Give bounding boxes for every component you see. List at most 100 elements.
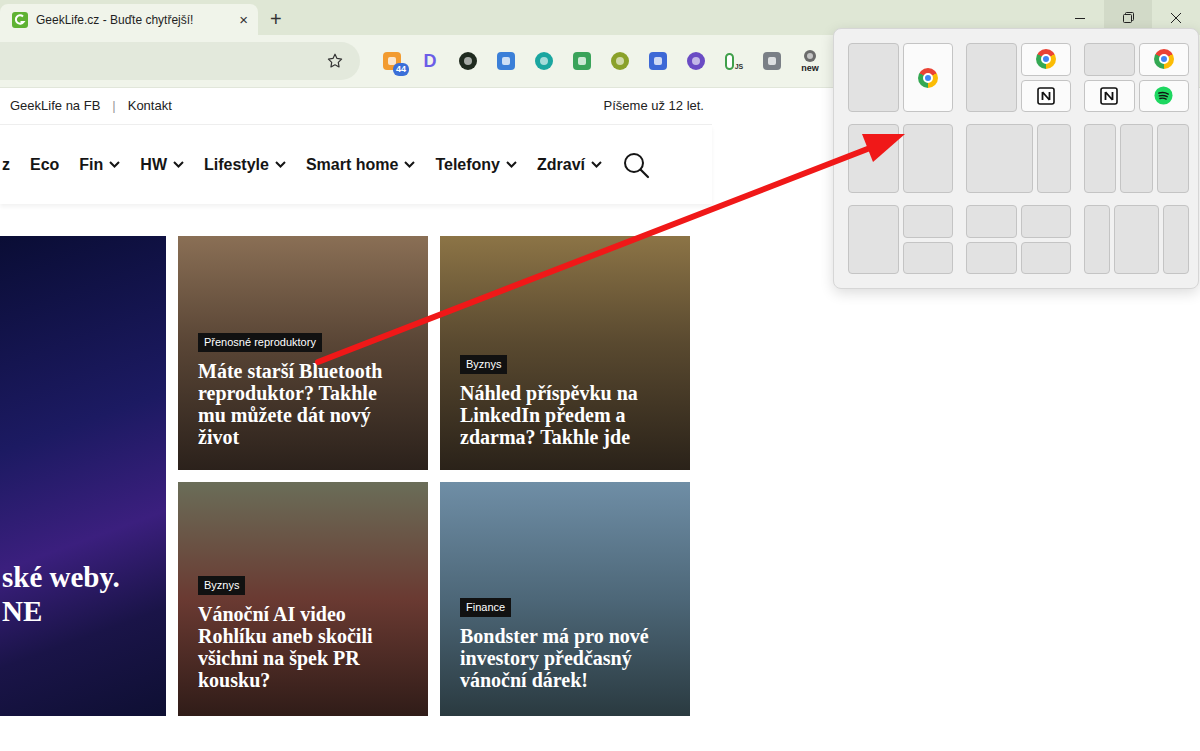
extensions: 44 D JS new bbox=[382, 50, 820, 73]
snap-zone[interactable] bbox=[966, 43, 1017, 112]
extension-icon bbox=[573, 52, 591, 70]
snap-zone[interactable] bbox=[848, 124, 899, 193]
snap-layout bbox=[1084, 205, 1189, 274]
extension-button[interactable] bbox=[496, 51, 516, 71]
extension-sub-label: JS bbox=[735, 63, 744, 70]
extension-icon bbox=[763, 52, 781, 70]
snap-layout bbox=[848, 124, 953, 193]
browser-tab[interactable]: GeekLife.cz - Buďte chytřejší! × bbox=[0, 4, 258, 35]
extension-button[interactable]: 44 bbox=[382, 51, 402, 71]
link-separator: | bbox=[112, 96, 115, 116]
snap-zone[interactable] bbox=[966, 242, 1017, 275]
extension-button[interactable]: D bbox=[420, 51, 440, 71]
topbar-link[interactable]: Kontakt bbox=[128, 96, 172, 116]
extension-button[interactable] bbox=[534, 51, 554, 71]
article-tag[interactable]: Přenosné reproduktory bbox=[198, 333, 322, 352]
snap-zone[interactable] bbox=[1084, 43, 1135, 76]
tab-close-button[interactable]: × bbox=[237, 12, 250, 27]
extension-icon: D bbox=[424, 52, 437, 70]
snap-zone[interactable] bbox=[903, 205, 954, 238]
bookmark-star-icon[interactable] bbox=[326, 52, 344, 70]
menu-item[interactable]: Zdraví bbox=[537, 153, 602, 177]
article-tag[interactable]: Byznys bbox=[460, 355, 507, 374]
extension-button[interactable] bbox=[458, 51, 478, 71]
snap-zone[interactable] bbox=[848, 43, 899, 112]
extension-button[interactable] bbox=[762, 51, 782, 71]
article-card[interactable]: Finance Bondster má pro nové investory př… bbox=[440, 482, 690, 716]
extension-badge: 44 bbox=[393, 63, 409, 76]
article-tag[interactable]: Finance bbox=[460, 598, 511, 617]
snap-zone[interactable] bbox=[903, 43, 954, 112]
snap-zone[interactable] bbox=[903, 242, 954, 275]
search-icon[interactable] bbox=[622, 151, 650, 179]
menu-item[interactable]: Fin bbox=[79, 153, 120, 177]
snap-layout bbox=[966, 124, 1071, 193]
pill-icon bbox=[725, 53, 734, 70]
menu-item[interactable]: HW bbox=[140, 153, 184, 177]
snap-zone[interactable] bbox=[1157, 124, 1189, 193]
snap-zone[interactable] bbox=[1084, 80, 1135, 113]
snap-zone[interactable] bbox=[1021, 242, 1072, 275]
hero-banner[interactable]: ské weby.NE bbox=[0, 236, 166, 716]
snap-layouts-flyout bbox=[833, 28, 1199, 289]
snap-layout bbox=[848, 205, 953, 274]
snap-layout bbox=[1084, 43, 1189, 112]
chevron-down-icon bbox=[173, 161, 184, 168]
article-card[interactable]: Byznys Náhled příspěvku na LinkedIn přede… bbox=[440, 236, 690, 470]
chevron-down-icon bbox=[404, 161, 415, 168]
snap-zone[interactable] bbox=[966, 205, 1017, 238]
snap-zone[interactable] bbox=[1021, 80, 1072, 113]
menu-item[interactable]: z bbox=[2, 153, 10, 177]
menu-item[interactable]: Telefony bbox=[435, 153, 517, 177]
snap-layout bbox=[848, 43, 953, 112]
snap-zone[interactable] bbox=[1021, 43, 1072, 76]
extension-button[interactable] bbox=[648, 51, 668, 71]
hero-line: NE bbox=[2, 595, 42, 628]
menu-item-label: Zdraví bbox=[537, 153, 585, 177]
snap-zone[interactable] bbox=[1084, 205, 1110, 274]
snap-layout bbox=[1084, 124, 1189, 193]
extension-icon bbox=[497, 52, 515, 70]
web-page: GeekLife na FB | Kontakt Píšeme už 12 let. z… bbox=[0, 88, 712, 716]
minimize-icon bbox=[1075, 13, 1085, 23]
extension-button[interactable] bbox=[572, 51, 592, 71]
extension-button[interactable] bbox=[610, 51, 630, 71]
snap-zone[interactable] bbox=[1037, 124, 1071, 193]
snap-zone[interactable] bbox=[1139, 80, 1190, 113]
snap-zone[interactable] bbox=[966, 124, 1033, 193]
chevron-down-icon bbox=[506, 161, 517, 168]
chrome-icon bbox=[918, 68, 938, 88]
menu-item[interactable]: Smart home bbox=[306, 153, 415, 177]
address-bar[interactable] bbox=[0, 42, 360, 80]
topbar-link[interactable]: GeekLife na FB bbox=[10, 96, 100, 116]
chrome-center-icon bbox=[1041, 54, 1051, 64]
extension-button[interactable] bbox=[686, 51, 706, 71]
extension-button[interactable]: new bbox=[800, 50, 820, 73]
snap-zone[interactable] bbox=[1114, 205, 1159, 274]
extension-icon bbox=[611, 52, 629, 70]
hero-line: ské weby. bbox=[2, 561, 120, 594]
snap-zone[interactable] bbox=[1139, 43, 1190, 76]
snap-zone[interactable] bbox=[848, 205, 899, 274]
menu-item[interactable]: Lifestyle bbox=[204, 153, 286, 177]
snap-zone[interactable] bbox=[1163, 205, 1189, 274]
article-title[interactable]: Bondster má pro nové investory předčasný… bbox=[460, 625, 670, 691]
snap-zone[interactable] bbox=[903, 124, 954, 193]
extension-button[interactable]: JS bbox=[724, 51, 744, 71]
article-tag[interactable]: Byznys bbox=[198, 576, 245, 595]
snap-zone[interactable] bbox=[1021, 205, 1072, 238]
snap-zone[interactable] bbox=[1084, 124, 1116, 193]
article-grid: ské weby.NE Přenosné reproduktory Máte sta… bbox=[0, 236, 712, 716]
snap-layout bbox=[966, 205, 1071, 274]
new-tab-button[interactable]: + bbox=[270, 9, 282, 29]
article-title[interactable]: Máte starší Bluetooth reproduktor? Takhl… bbox=[198, 360, 408, 448]
article-title[interactable]: Náhled příspěvku na LinkedIn předem a zd… bbox=[460, 382, 670, 448]
snap-zone[interactable] bbox=[1120, 124, 1152, 193]
menu-item[interactable]: Eco bbox=[30, 153, 59, 177]
site-favicon-icon bbox=[12, 12, 28, 28]
article-title[interactable]: Vánoční AI video Rohlíku aneb skočili vš… bbox=[198, 603, 408, 691]
tab-title: GeekLife.cz - Buďte chytřejší! bbox=[36, 11, 229, 29]
article-card[interactable]: Byznys Vánoční AI video Rohlíku aneb skoč… bbox=[178, 482, 428, 716]
article-card[interactable]: Přenosné reproduktory Máte starší Bluetoo… bbox=[178, 236, 428, 470]
site-tagline: Píšeme už 12 let. bbox=[604, 96, 704, 116]
